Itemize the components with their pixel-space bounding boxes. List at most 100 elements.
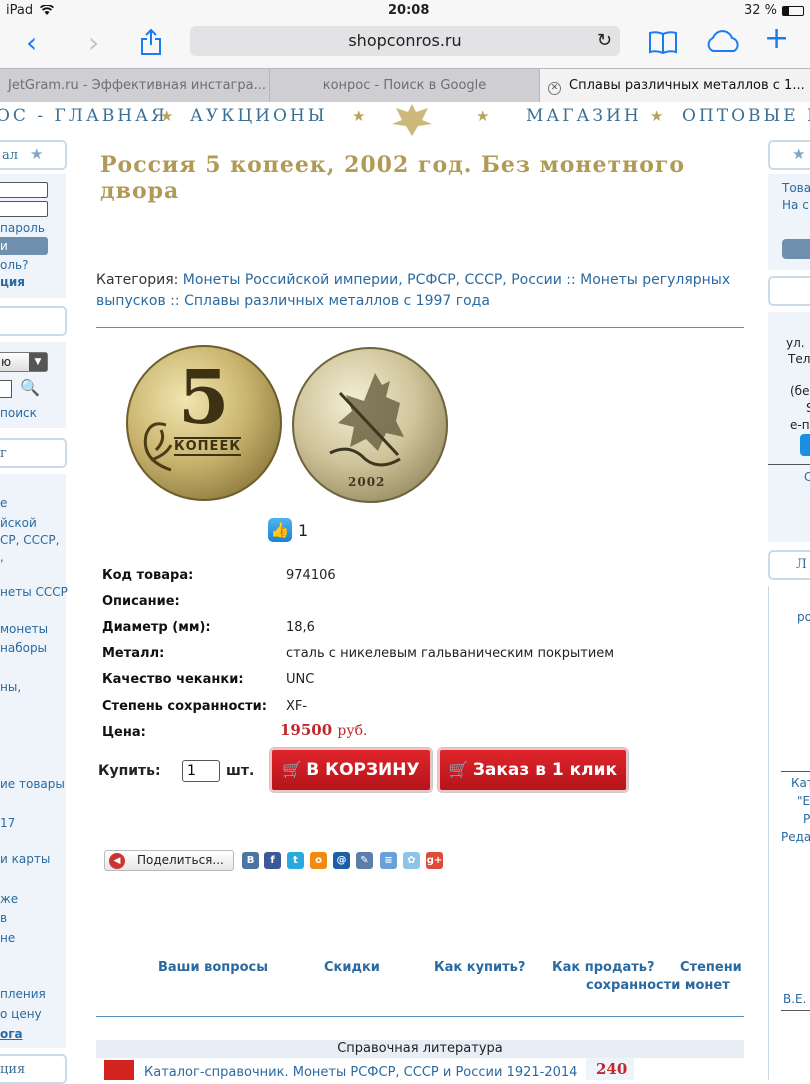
cart-panel: Това На с — [768, 174, 810, 270]
contacts-divider — [768, 464, 810, 465]
price: 19500 руб. — [280, 717, 616, 743]
cart-button[interactable] — [782, 239, 810, 259]
catalog-panel: е йской СР, СССР, , неты СССР монеты наб… — [0, 474, 68, 1048]
nav-wholesale[interactable]: ОПТОВЫЕ П — [682, 106, 810, 126]
moimir-icon[interactable]: ✿ — [403, 852, 420, 869]
battery-percent: 32 % — [744, 3, 778, 18]
new-tab-icon[interactable]: + — [764, 24, 789, 54]
catalog-link[interactable]: о цену — [0, 1007, 42, 1021]
password-input[interactable] — [0, 201, 48, 217]
friendfeed-icon[interactable]: ≡ — [380, 852, 397, 869]
catalog-link[interactable]: СР, СССР, — [0, 533, 59, 547]
catalog-link[interactable]: ие товары — [0, 777, 65, 791]
username-input[interactable] — [0, 182, 48, 198]
login-box-header: ал ★ — [0, 140, 67, 170]
register-link[interactable]: ция — [0, 275, 25, 289]
advanced-search-link[interactable]: поиск — [0, 406, 37, 420]
cart-line: На с — [782, 198, 809, 212]
clock: 20:08 — [388, 3, 430, 18]
reference-item-title[interactable]: Каталог-справочник. Монеты РСФСР, СССР и… — [144, 1065, 577, 1080]
literature-item[interactable]: "Е — [797, 794, 810, 808]
coin-obverse-image[interactable]: 5 КОПЕЕК — [126, 345, 282, 501]
like-icon[interactable]: 👍 — [268, 518, 292, 542]
catalog-link[interactable]: в — [0, 911, 7, 925]
footer-link-questions[interactable]: Ваши вопросы — [158, 960, 268, 975]
breadcrumb-separator: :: — [566, 272, 576, 288]
livejournal-icon[interactable]: ✎ — [356, 852, 373, 869]
tab-current[interactable]: ✕ Сплавы различных металлов с 1... — [540, 69, 810, 103]
tab-jetgram[interactable]: JetGram.ru - Эффективная инстагра... — [0, 69, 270, 103]
share-icon[interactable] — [140, 28, 162, 56]
search-input[interactable] — [0, 380, 12, 398]
coin-reverse-image[interactable]: 2002 — [292, 347, 448, 503]
icloud-tabs-icon[interactable] — [704, 30, 742, 54]
catalog-link[interactable]: монеты — [0, 622, 48, 636]
footer-link-how-to-buy[interactable]: Как купить? — [434, 960, 525, 975]
skype-icon[interactable] — [800, 434, 810, 456]
coin-year: 2002 — [348, 475, 386, 489]
literature-box-header: Л — [768, 550, 810, 580]
coin-denomination: 5 — [178, 355, 230, 441]
catalog-link[interactable]: пления — [0, 987, 46, 1001]
book-cover-image[interactable] — [104, 1060, 134, 1080]
catalog-link[interactable]: наборы — [0, 641, 47, 655]
nav-home[interactable]: ОС - ГЛАВНАЯ — [0, 106, 168, 126]
catalog-link[interactable]: 17 — [0, 816, 15, 830]
catalog-link[interactable]: же — [0, 892, 18, 906]
tab-label: конрос - Поиск в Google — [322, 78, 487, 93]
odnoklassniki-icon[interactable]: о — [310, 852, 327, 869]
catalog-link[interactable]: , — [0, 550, 4, 564]
mailru-icon[interactable]: @ — [333, 852, 350, 869]
table-row: Качество чеканки: UNC — [98, 667, 618, 693]
add-to-cart-button[interactable]: 🛒 В КОРЗИНУ — [270, 748, 432, 792]
footer-link-how-to-sell[interactable]: Как продать? — [552, 960, 655, 975]
category-select[interactable]: ю ▼ — [0, 352, 48, 372]
eagle-emblem-icon — [392, 104, 432, 136]
breadcrumb-link[interactable]: Монеты Российской империи, РСФСР, СССР, … — [183, 272, 562, 288]
literature-item[interactable]: Реда — [781, 830, 810, 844]
catalog-link[interactable]: не — [0, 931, 15, 945]
search-icon[interactable]: 🔍 — [20, 378, 40, 397]
catalog-link[interactable]: йской — [0, 516, 37, 530]
vk-icon[interactable]: В — [242, 852, 259, 869]
forward-icon[interactable]: › — [88, 29, 99, 57]
login-panel: пароль и оль? ция — [0, 174, 66, 298]
bookmarks-icon[interactable] — [648, 30, 678, 54]
forgot-password-link[interactable]: оль? — [0, 258, 28, 272]
footer-link-discounts[interactable]: Скидки — [324, 960, 380, 975]
nav-auctions[interactable]: АУКЦИОНЫ — [190, 106, 327, 126]
one-click-order-button[interactable]: 🛒 Заказ в 1 клик — [438, 748, 628, 792]
spec-value: 18,6 — [286, 619, 315, 635]
address-bar[interactable]: shopconros.ru ↻ — [190, 26, 620, 56]
catalog-link[interactable]: ны, — [0, 680, 21, 694]
footer-link-grades[interactable]: Степени — [680, 960, 742, 975]
reload-icon[interactable]: ↻ — [597, 26, 612, 56]
cart-box-header: ★ — [768, 140, 810, 170]
spec-value: 974106 — [286, 567, 336, 583]
literature-divider — [781, 1010, 810, 1011]
catalog-link[interactable]: ога — [0, 1027, 23, 1041]
close-tab-icon[interactable]: ✕ — [548, 82, 561, 95]
literature-item[interactable]: ро — [797, 610, 810, 624]
nav-shop[interactable]: МАГАЗИН — [526, 106, 642, 126]
catalog-link[interactable]: е — [0, 496, 7, 510]
literature-item[interactable]: Кат — [791, 776, 810, 790]
back-icon[interactable]: ‹ — [26, 29, 37, 57]
tab-google-search[interactable]: конрос - Поиск в Google — [270, 69, 540, 103]
battery-icon — [782, 6, 804, 16]
catalog-link[interactable]: и карты — [0, 852, 50, 866]
login-button[interactable]: и — [0, 237, 48, 255]
contact-link[interactable]: С — [804, 470, 810, 484]
facebook-icon[interactable]: f — [264, 852, 281, 869]
breadcrumb-link[interactable]: Сплавы различных металлов с 1997 года — [184, 293, 490, 309]
literature-item[interactable]: Р — [803, 812, 810, 826]
literature-item[interactable]: В.Е. — [783, 992, 806, 1006]
share-button[interactable]: ◀ Поделиться... — [104, 850, 234, 871]
google-plus-icon[interactable]: g+ — [426, 852, 443, 869]
star-icon: ★ — [352, 107, 366, 125]
twitter-icon[interactable]: t — [287, 852, 304, 869]
footer-link-grades-line2[interactable]: сохранности монет — [586, 978, 730, 993]
quantity-input[interactable] — [182, 760, 220, 782]
catalog-link[interactable]: неты СССР — [0, 585, 68, 599]
table-row: Диаметр (мм): 18,6 — [98, 614, 618, 640]
